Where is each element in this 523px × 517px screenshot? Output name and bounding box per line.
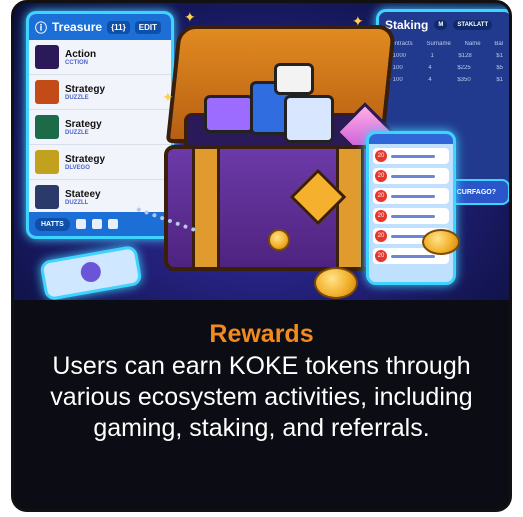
- cell: 4: [428, 77, 432, 83]
- treasure-panel: ⓘ Treasure {11} EDIT Action CCTION Strat…: [26, 11, 174, 239]
- reward-caption: Rewards Users can earn KOKE tokens throu…: [14, 300, 509, 509]
- game-thumbnail: [35, 45, 59, 69]
- phone-statusbar: [369, 134, 453, 144]
- header-chip: {11}: [107, 20, 130, 34]
- status-badge: 20: [375, 210, 387, 222]
- status-badge: 20: [375, 170, 387, 182]
- sparkle-icon: ✦: [162, 89, 174, 105]
- caption-body: Users can earn KOKE tokens through vario…: [50, 352, 473, 442]
- cell: $5: [496, 65, 503, 71]
- cell: 1: [430, 53, 434, 59]
- list-item: Strategy DUZZLE: [29, 75, 171, 110]
- game-genre: DUZZLE: [65, 94, 89, 101]
- sparkle-icon: ✦: [184, 9, 196, 25]
- token-card-icon: [284, 95, 334, 143]
- wallet-device: [39, 244, 143, 300]
- treasure-title: Treasure: [52, 20, 103, 34]
- coin-icon: [422, 229, 460, 255]
- list-item: 20: [373, 148, 449, 164]
- text-line: [391, 254, 435, 258]
- status-badge: 20: [375, 150, 387, 162]
- game-title: Action: [65, 48, 97, 60]
- cell: $128: [458, 53, 472, 59]
- info-icon: ⓘ: [35, 20, 48, 35]
- list-item: 20: [373, 188, 449, 204]
- staking-row: S 100 4 $350 $1: [379, 74, 509, 86]
- rewards-card: ⓘ Treasure {11} EDIT Action CCTION Strat…: [11, 0, 512, 512]
- cell: $225: [457, 65, 471, 71]
- game-genre: CCTION: [65, 59, 88, 66]
- device-button-icon: [79, 260, 103, 284]
- sparkle-icon: ✦: [352, 13, 364, 29]
- edit-chip: EDIT: [134, 20, 161, 34]
- gamepad-icon: [204, 95, 254, 133]
- cell: $1: [496, 77, 503, 83]
- text-line: [391, 214, 435, 218]
- text-line: [391, 174, 435, 178]
- game-thumbnail: [35, 80, 59, 104]
- game-thumbnail: [35, 185, 59, 209]
- chest-band: [336, 149, 364, 267]
- game-title: Strategy: [65, 153, 106, 165]
- staking-row: S 1000 1 $128 $1: [379, 50, 509, 62]
- game-genre: DUZZLE: [65, 129, 89, 136]
- caption-title: Rewards: [209, 320, 314, 348]
- col-header: Surname: [426, 41, 451, 47]
- hatts-button: HATTS: [35, 217, 70, 231]
- game-thumbnail: [35, 115, 59, 139]
- coin-icon: [314, 267, 358, 299]
- game-title: Strategy: [65, 83, 106, 95]
- list-item: 20: [373, 168, 449, 184]
- wallet-icon: [107, 219, 118, 229]
- phone-mockup: 20 20 20 20 20 20: [366, 131, 456, 285]
- staking-chip: STAKLATT: [453, 20, 493, 30]
- chest-body: [164, 145, 392, 271]
- game-genre: DLVEGO: [65, 164, 90, 171]
- calendar-icon: [91, 219, 102, 229]
- cell: 4: [428, 65, 432, 71]
- col-header: Name: [464, 41, 481, 47]
- staking-header: Staking M STAKLATT: [379, 12, 509, 38]
- list-item: Srategy DUZZLE: [29, 110, 171, 145]
- text-line: [391, 154, 435, 158]
- tag-icon: [274, 63, 314, 95]
- staking-chip: M: [434, 20, 448, 30]
- list-item: 20: [373, 208, 449, 224]
- treasure-panel-header: ⓘ Treasure {11} EDIT: [29, 14, 171, 40]
- staking-row: S 100 4 $225 $5: [379, 62, 509, 74]
- status-badge: 20: [375, 190, 387, 202]
- treasure-illustration: ⓘ Treasure {11} EDIT Action CCTION Strat…: [14, 3, 509, 300]
- cell: $1: [496, 53, 503, 59]
- col-header: Bal: [494, 41, 503, 47]
- home-icon: [75, 219, 86, 229]
- chest-band: [192, 149, 220, 267]
- list-item: Stateey DUZZLL: [29, 180, 171, 215]
- game-genre: DUZZLL: [65, 199, 89, 206]
- text-line: [391, 194, 435, 198]
- status-badge: 20: [375, 230, 387, 242]
- list-item: Action CCTION: [29, 40, 171, 75]
- game-title: Srategy: [65, 118, 102, 130]
- staking-header-row: Contracts Surname Name Bal: [379, 38, 509, 50]
- game-title: Stateey: [65, 188, 101, 200]
- game-thumbnail: [35, 150, 59, 174]
- coin-icon: [268, 229, 290, 251]
- list-item: Strategy DLVEGO: [29, 145, 171, 180]
- staking-title: Staking: [385, 18, 429, 32]
- cell: $350: [457, 77, 471, 83]
- status-badge: 20: [375, 250, 387, 262]
